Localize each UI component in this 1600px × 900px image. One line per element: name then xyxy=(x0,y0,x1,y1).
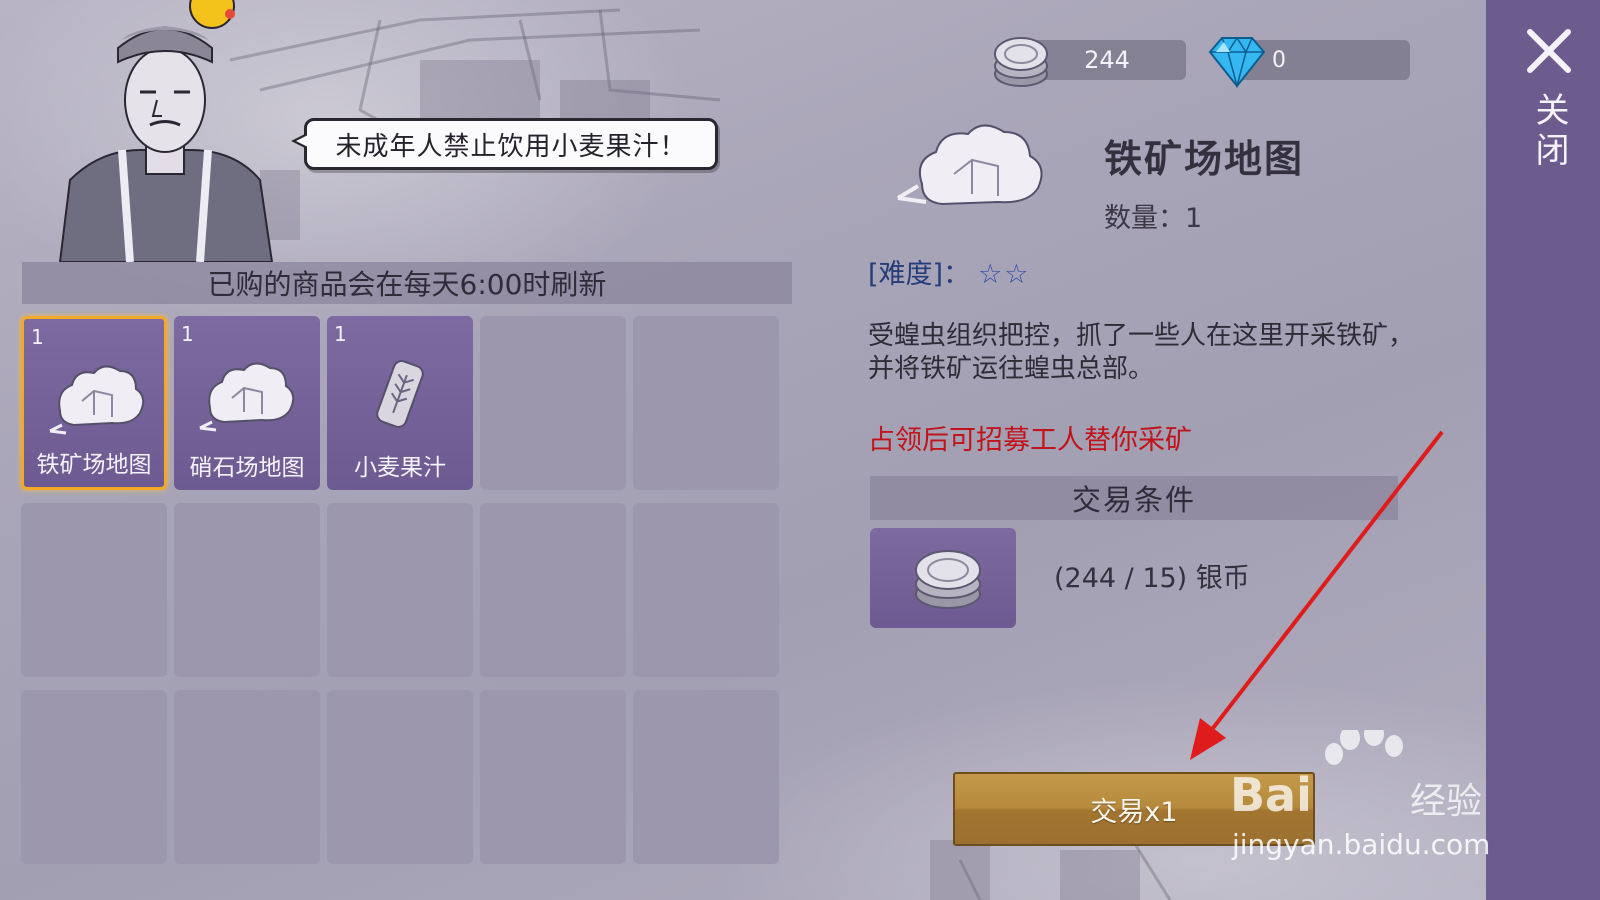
shop-item-slot[interactable]: 1 小麦果汁 xyxy=(327,316,473,490)
difficulty-row: [难度]： ☆☆ xyxy=(868,252,1031,291)
item-quantity-label: 数量：1 xyxy=(1104,203,1203,234)
difficulty-label: [难度]： xyxy=(868,259,971,290)
item-quantity: 1 xyxy=(334,322,347,346)
item-name: 小麦果汁 xyxy=(354,455,446,481)
shop-item-slot[interactable]: 1 硝石场地图 xyxy=(174,316,320,490)
empty-slot[interactable] xyxy=(327,503,473,677)
empty-slot[interactable] xyxy=(633,503,779,677)
watermark-brand-suffix: 经验 xyxy=(1410,781,1483,822)
condition-cost-text: (244 / 15) 银币 xyxy=(1054,563,1250,594)
difficulty-stars: ☆☆ xyxy=(978,259,1031,290)
watermark-brand: Bai xyxy=(1230,768,1312,822)
watermark-url: jingyan.baidu.com xyxy=(1232,828,1491,861)
close-icon[interactable] xyxy=(1526,28,1572,74)
iron-mine-map-icon xyxy=(896,124,1043,206)
occupation-note: 占领后可招募工人替你采矿 xyxy=(868,425,1192,456)
trade-conditions-header: 交易条件 xyxy=(870,476,1398,520)
rock-map-icon xyxy=(199,362,295,432)
rock-map-icon xyxy=(49,365,145,435)
diamond-icon xyxy=(1208,36,1266,88)
item-description: 受蝗虫组织把控，抓了一些人在这里开采铁矿，并将铁矿运往蝗虫总部。 xyxy=(868,321,1415,384)
empty-slot[interactable] xyxy=(21,690,167,864)
empty-slot[interactable] xyxy=(174,503,320,677)
empty-slot[interactable] xyxy=(633,690,779,864)
empty-slot[interactable] xyxy=(174,690,320,864)
empty-slot[interactable] xyxy=(327,690,473,864)
item-quantity: 1 xyxy=(31,325,44,349)
empty-slot[interactable] xyxy=(480,690,626,864)
item-quantity: 1 xyxy=(181,322,194,346)
empty-slot[interactable] xyxy=(480,503,626,677)
close-label[interactable]: 关闭 xyxy=(1524,92,1574,172)
shop-item-grid: 1 铁矿场地图 1 硝石场地图 1 小麦果汁 xyxy=(21,316,791,864)
wheat-can-icon xyxy=(376,360,424,428)
silver-amount: 244 xyxy=(1084,46,1130,74)
silver-coin-icon xyxy=(994,37,1048,87)
item-name: 铁矿场地图 xyxy=(36,452,152,478)
condition-item-slot xyxy=(870,528,1016,628)
npc-speech-bubble: 未成年人禁止饮用小麦果汁！ xyxy=(291,118,718,170)
silver-coin-icon xyxy=(915,550,981,609)
item-name: 硝石场地图 xyxy=(189,455,305,481)
empty-slot[interactable] xyxy=(480,316,626,490)
empty-slot[interactable] xyxy=(21,503,167,677)
gem-amount: 0 xyxy=(1272,47,1286,73)
empty-slot[interactable] xyxy=(633,316,779,490)
shop-item-slot[interactable]: 1 铁矿场地图 xyxy=(21,316,167,490)
merchant-character-portrait xyxy=(58,0,274,262)
refresh-note-banner: 已购的商品会在每天6:00时刷新 xyxy=(22,262,792,304)
item-title: 铁矿场地图 xyxy=(1104,137,1305,181)
